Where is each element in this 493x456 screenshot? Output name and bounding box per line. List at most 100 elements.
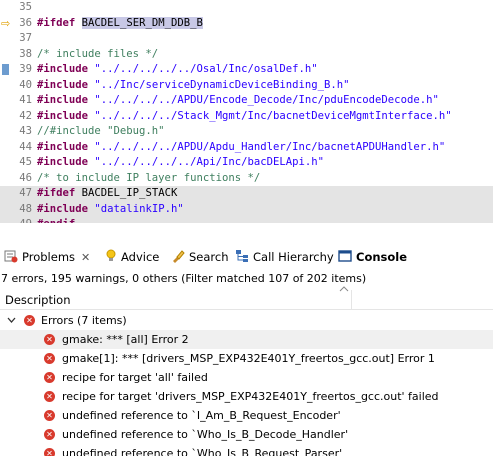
problem-row[interactable]: ✕ gmake[1]: *** [drivers_MSP_EXP432E401Y_… bbox=[0, 349, 493, 368]
line-number: 38 bbox=[19, 47, 32, 60]
code-token: "../../../../../Api/Inc/bacDELApi.h" bbox=[94, 156, 325, 168]
code-text: #include "../../../../Stack_Mgmt/Inc/bac… bbox=[37, 109, 452, 125]
problem-row[interactable]: ✕ recipe for target 'drivers_MSP_EXP432E4… bbox=[0, 387, 493, 406]
current-line-arrow-icon: ⇨ bbox=[1, 16, 11, 30]
code-token: #include bbox=[37, 109, 89, 122]
call-hierarchy-icon bbox=[235, 249, 249, 266]
bookmark-marker-icon[interactable] bbox=[2, 64, 9, 75]
tab-search-label: Search bbox=[189, 250, 229, 264]
line-number: 48 bbox=[19, 202, 32, 215]
code-token: #include bbox=[37, 140, 89, 153]
code-token: /* to include IP layer functions */ bbox=[37, 171, 261, 184]
code-line[interactable]: 44 #include "../../../../APDU/Apdu_Handle… bbox=[0, 140, 493, 156]
code-text: #include "../../../../APDU/Encode_Decode… bbox=[37, 93, 439, 109]
line-number: 41 bbox=[19, 94, 32, 106]
problem-description: recipe for target 'all' failed bbox=[62, 371, 208, 384]
tab-problems-label: Problems bbox=[22, 250, 76, 264]
code-text: #include "../../../../APDU/Apdu_Handler/… bbox=[37, 140, 445, 156]
code-line[interactable]: 48 #include "datalinkIP.h" bbox=[0, 201, 493, 218]
code-line[interactable]: 49 #endif bbox=[0, 217, 493, 223]
code-text: /* include files */ bbox=[37, 47, 158, 63]
line-number: 39 bbox=[19, 63, 32, 75]
line-number: 43 bbox=[19, 125, 32, 137]
error-icon: ✕ bbox=[24, 315, 35, 326]
view-tab-bar: Problems ✕ Advice Search Call Hierarchy … bbox=[0, 245, 493, 269]
problem-row[interactable]: ✕ undefined reference to `Who_Is_B_Decode… bbox=[0, 425, 493, 444]
problems-table-header: Description bbox=[0, 286, 493, 310]
error-icon: ✕ bbox=[44, 410, 55, 421]
line-number: 37 bbox=[19, 32, 32, 44]
chevron-up-icon bbox=[339, 285, 349, 295]
code-line[interactable]: 43 //#include "Debug.h" bbox=[0, 124, 493, 140]
code-line[interactable]: 45 #include "../../../../../Api/Inc/bacDE… bbox=[0, 155, 493, 171]
problem-description: recipe for target 'drivers_MSP_EXP432E40… bbox=[62, 390, 439, 403]
tab-console[interactable]: Console bbox=[338, 245, 407, 269]
problem-row[interactable]: ✕ gmake: *** [all] Error 2 bbox=[0, 330, 493, 349]
code-token: BACDEL_SER_DM_DDB_B bbox=[81, 16, 203, 29]
code-token: #include bbox=[37, 156, 89, 168]
code-text: #include "../../../../../Api/Inc/bacDELA… bbox=[37, 155, 324, 171]
tree-group-errors[interactable]: ✕ Errors (7 items) bbox=[0, 311, 493, 330]
code-token: "../../../../../Osal/Inc/osalDef.h" bbox=[94, 63, 318, 75]
problems-icon bbox=[4, 249, 18, 266]
code-line[interactable]: 38 /* include files */ bbox=[0, 47, 493, 63]
tab-advice-label: Advice bbox=[121, 250, 160, 264]
code-token: #include bbox=[37, 202, 89, 215]
tab-console-label: Console bbox=[356, 250, 408, 264]
search-flashlight-icon bbox=[171, 249, 185, 266]
problem-description: undefined reference to `Who_Is_B_Decode_… bbox=[62, 428, 349, 441]
code-text: //#include "Debug.h" bbox=[37, 124, 165, 140]
problems-summary: 7 errors, 195 warnings, 0 others (Filter… bbox=[1, 272, 367, 285]
code-token: "../Inc/serviceDynamicDeviceBinding_B.h" bbox=[94, 78, 350, 91]
error-icon: ✕ bbox=[44, 334, 55, 345]
code-token: #include bbox=[37, 78, 89, 91]
column-header-description[interactable]: Description bbox=[5, 290, 71, 310]
tab-advice[interactable]: Advice bbox=[105, 245, 159, 269]
code-line[interactable]: 35 bbox=[0, 0, 493, 16]
code-line[interactable]: 39 #include "../../../../../Osal/Inc/osal… bbox=[0, 62, 493, 78]
error-icon: ✕ bbox=[44, 429, 55, 440]
code-line[interactable]: 47 #ifdef BACDEL_IP_STACK bbox=[0, 186, 493, 202]
line-number: 46 bbox=[19, 171, 32, 184]
tab-search[interactable]: Search bbox=[171, 245, 229, 269]
line-number: 49 bbox=[14, 217, 32, 223]
code-token: "../../../../Stack_Mgmt/Inc/bacnetDevice… bbox=[94, 109, 452, 122]
code-line[interactable]: 41 #include "../../../../APDU/Encode_Deco… bbox=[0, 93, 493, 109]
code-line[interactable]: 46 /* to include IP layer functions */ bbox=[0, 171, 493, 187]
line-number: 40 bbox=[19, 78, 32, 91]
code-text: #include "../Inc/serviceDynamicDeviceBin… bbox=[37, 78, 350, 94]
tab-problems[interactable]: Problems ✕ bbox=[4, 245, 90, 269]
error-icon: ✕ bbox=[44, 353, 55, 364]
code-token: BACDEL_IP_STACK bbox=[75, 187, 178, 199]
problem-description: undefined reference to `Who_Is_B_Request… bbox=[62, 447, 343, 456]
code-line[interactable]: 37 bbox=[0, 31, 493, 47]
code-token: #include bbox=[37, 94, 89, 106]
close-icon[interactable]: ✕ bbox=[81, 251, 90, 264]
column-divider[interactable] bbox=[351, 290, 352, 310]
line-number: 47 bbox=[19, 187, 32, 199]
problem-description: gmake[1]: *** [drivers_MSP_EXP432E401Y_f… bbox=[62, 352, 435, 365]
code-text: #include "datalinkIP.h" bbox=[37, 202, 184, 218]
code-token: /* include files */ bbox=[37, 47, 159, 60]
line-number: 42 bbox=[19, 109, 32, 122]
problem-row[interactable]: ✕ recipe for target 'all' failed bbox=[0, 368, 493, 387]
problem-description: undefined reference to `I_Am_B_Request_E… bbox=[62, 409, 341, 422]
code-line[interactable]: 40 #include "../Inc/serviceDynamicDeviceB… bbox=[0, 78, 493, 94]
code-text: #ifdef BACDEL_IP_STACK bbox=[37, 186, 177, 202]
code-line[interactable]: 42 #include "../../../../Stack_Mgmt/Inc/b… bbox=[0, 109, 493, 125]
problem-description: gmake: *** [all] Error 2 bbox=[62, 333, 189, 346]
error-icon: ✕ bbox=[44, 391, 55, 402]
code-text: #ifdef BACDEL_SER_DM_DDB_B bbox=[37, 16, 203, 32]
problem-row[interactable]: ✕ undefined reference to `I_Am_B_Request_… bbox=[0, 406, 493, 425]
group-label: Errors (7 items) bbox=[41, 314, 127, 327]
code-token: //#include "Debug.h" bbox=[37, 125, 165, 137]
tab-call-hierarchy[interactable]: Call Hierarchy bbox=[235, 245, 334, 269]
code-line[interactable]: ⇨ 36 #ifdef BACDEL_SER_DM_DDB_B bbox=[0, 16, 493, 32]
tab-call-hierarchy-label: Call Hierarchy bbox=[253, 250, 334, 264]
error-icon: ✕ bbox=[44, 448, 55, 456]
console-icon bbox=[338, 249, 352, 266]
problem-row[interactable]: ✕ undefined reference to `Who_Is_B_Reques… bbox=[0, 444, 493, 456]
code-editor[interactable]: 35 ⇨ 36 #ifdef BACDEL_SER_DM_DDB_B 37 38 /* in… bbox=[0, 0, 493, 223]
code-token: #ifdef bbox=[37, 187, 76, 199]
